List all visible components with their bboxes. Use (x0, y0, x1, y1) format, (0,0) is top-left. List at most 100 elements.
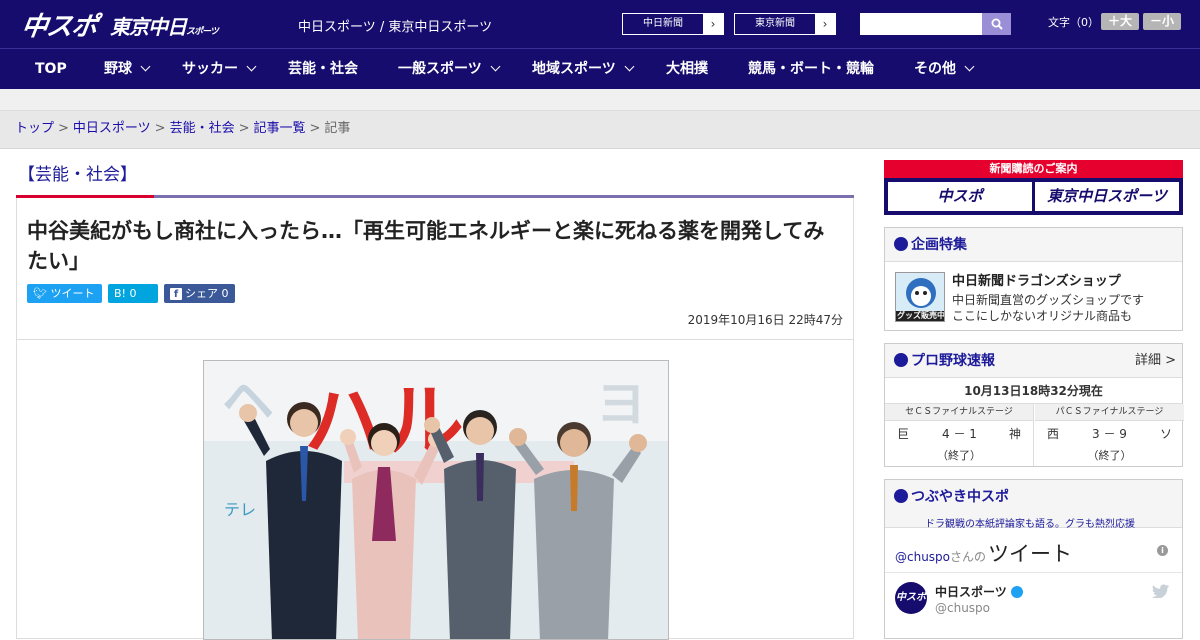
special-feature-title: 企画特集 (911, 237, 967, 253)
nav-racing[interactable]: 競馬・ボート・競輪 (748, 49, 874, 90)
divider (885, 572, 1182, 573)
twitter-account-user[interactable]: @chuspo (935, 601, 990, 615)
chunichi-shimbun-link[interactable]: 中日新聞 › (622, 13, 724, 35)
tokyo-chunichi-logo[interactable]: 東京中日スポーツ (110, 11, 219, 40)
hatena-bookmark-button[interactable]: B! 0 (108, 284, 158, 303)
megaphone-icon (894, 489, 908, 503)
baseball-title: プロ野球速報 (911, 353, 995, 369)
game-status: （終了） (937, 449, 981, 462)
dragons-shop-desc: ここにしかないオリジナル商品も (952, 309, 1133, 323)
breadcrumb-separator: > (154, 121, 166, 136)
account-name-text: 中日スポーツ (935, 585, 1007, 599)
nav-label: 競馬・ボート・競輪 (748, 61, 874, 77)
site-name: 中日スポーツ / 東京中日スポーツ (298, 20, 493, 35)
verified-icon (1010, 586, 1023, 598)
press-photo: ヘ ヨ ハル テレ (204, 361, 668, 639)
dragons-shop-link[interactable]: 中日新聞ドラゴンズショップ (952, 270, 1121, 289)
game-score-row: 巨4 － 1神 (885, 421, 1033, 447)
nav-other[interactable]: その他 (914, 49, 975, 90)
tweets-box: つぶやき中スポ ドラ観戦の本紙評論家も語る。グラも熱烈応援 @chuspoさんのツ… (884, 479, 1183, 639)
game-status: （終了） (1087, 449, 1132, 462)
nav-label: 一般スポーツ (398, 61, 482, 77)
tweets-title: つぶやき中スポ (911, 489, 1009, 505)
chevron-down-icon (964, 61, 975, 72)
nav-top[interactable]: TOP (35, 49, 67, 90)
tweets-header: つぶやき中スポドラ観戦の本紙評論家も語る。グラも熱烈応援 (885, 480, 1182, 530)
publish-date: 2019年10月16日 22時47分 (687, 313, 843, 327)
nav-entertainment[interactable]: 芸能・社会 (288, 49, 358, 90)
team-away: ソ (1159, 427, 1172, 441)
breadcrumb-top[interactable]: トップ (15, 121, 54, 136)
chevron-down-icon (624, 61, 635, 72)
nav-label: 大相撲 (666, 61, 708, 77)
game-score[interactable]: セＣＳファイナルステージ 巨4 － 1神 （終了） (885, 404, 1034, 466)
subscription-promo[interactable]: 新聞購読のご案内 中スポ 東京中日スポーツ (884, 160, 1183, 215)
font-smaller-button[interactable]: －小 (1143, 13, 1181, 30)
twitter-icon: 🐦︎ (33, 287, 47, 300)
nav-general-sports[interactable]: 一般スポーツ (398, 49, 501, 90)
nav-baseball[interactable]: 野球 (104, 49, 151, 90)
breadcrumb-article-list[interactable]: 記事一覧 (254, 121, 306, 136)
breadcrumb-entertainment[interactable]: 芸能・社会 (170, 121, 235, 136)
svg-text:テレ: テレ (224, 500, 256, 519)
breadcrumb-separator: > (238, 121, 250, 136)
facebook-share-button[interactable]: f シェア 0 (164, 284, 235, 303)
search-input[interactable] (860, 13, 983, 35)
promo-title: 新聞購読のご案内 (989, 162, 1078, 175)
chevron-right-icon: › (815, 14, 835, 34)
baseball-header: プロ野球速報 詳細 > (885, 344, 1182, 378)
font-larger-button[interactable]: ＋大 (1101, 13, 1139, 30)
twitter-handle-suffix: さんの (950, 550, 987, 564)
baseball-detail-link[interactable]: 詳細 > (1135, 344, 1176, 378)
baseball-icon (894, 353, 908, 367)
avatar[interactable]: 中スポ (895, 582, 927, 614)
tokyo-logo-small: スポーツ (186, 27, 219, 37)
chuspo-logo[interactable]: 中スポ (19, 6, 99, 43)
nav-label: 地域スポーツ (532, 61, 616, 77)
breadcrumb-current: 記事 (324, 121, 351, 136)
dragons-shop-thumbnail[interactable]: グッズ販売中 (895, 272, 945, 322)
team-away: 神 (1008, 427, 1021, 441)
baseball-update-time: 10月13日18時32分現在 (885, 378, 1182, 404)
nav-soccer[interactable]: サッカー (182, 49, 257, 90)
search-icon (991, 18, 1003, 30)
breadcrumb-chunichi-sports[interactable]: 中日スポーツ (73, 121, 151, 136)
game-stage: セＣＳファイナルステージ (885, 404, 1033, 421)
breadcrumb-separator: > (58, 121, 69, 136)
tweet-label: ツイート (50, 287, 95, 300)
search-button[interactable] (982, 13, 1011, 35)
tweet-button[interactable]: 🐦︎ ツイート (27, 284, 102, 303)
info-icon[interactable]: i (1157, 545, 1168, 556)
facebook-icon: f (170, 288, 182, 300)
badge-icon (894, 237, 908, 251)
article-headline: 中谷美紀がもし商社に入ったら…「再生可能エネルギーと楽に死ねる薬を開発してみたい… (27, 219, 825, 273)
nav-sumo[interactable]: 大相撲 (666, 49, 708, 90)
article-photo[interactable]: ヘ ヨ ハル テレ (203, 360, 669, 640)
breadcrumb: トップ > 中日スポーツ > 芸能・社会 > 記事一覧 > 記事 (0, 111, 1200, 149)
tokyo-shimbun-link[interactable]: 東京新聞 › (734, 13, 836, 35)
article-body: ヘ ヨ ハル テレ (16, 339, 854, 640)
promo-tokyo-chunichi[interactable]: 東京中日スポーツ (1035, 182, 1179, 211)
nav-label: TOP (35, 61, 67, 77)
breadcrumb-separator: > (309, 121, 321, 136)
nav-label: その他 (914, 61, 956, 77)
facebook-label: シェア 0 (185, 287, 229, 300)
tweets-subtitle: ドラ観戦の本紙評論家も語る。グラも熱烈応援 (925, 519, 1135, 530)
chevron-down-icon (490, 61, 501, 72)
shop-badge: グッズ販売中 (897, 311, 945, 320)
twitter-bird-icon[interactable] (1152, 584, 1170, 598)
special-feature-box: 企画特集 グッズ販売中 中日新聞ドラゴンズショップ 中日新聞直営のグッズショップ… (884, 227, 1183, 331)
special-feature-header: 企画特集 (885, 228, 1182, 262)
spacer (0, 89, 1200, 111)
game-score[interactable]: パＣＳファイナルステージ 西3 － 9ソ （終了） (1035, 404, 1184, 466)
nav-local-sports[interactable]: 地域スポーツ (532, 49, 635, 90)
top-header: 中スポ 東京中日スポーツ 中日スポーツ / 東京中日スポーツ 中日新聞 › 東京新… (0, 0, 1200, 48)
twitter-account-name[interactable]: 中日スポーツ (935, 583, 1023, 600)
twitter-handle-link[interactable]: @chuspo (895, 550, 950, 564)
game-stage: パＣＳファイナルステージ (1035, 404, 1184, 421)
tokyo-logo-text: 東京中日 (110, 15, 187, 39)
news-link-label: 東京新聞 (755, 18, 795, 29)
promo-chuspo[interactable]: 中スポ (888, 182, 1032, 211)
baseball-scores-box: プロ野球速報 詳細 > 10月13日18時32分現在 セＣＳファイナルステージ 巨… (884, 343, 1184, 467)
nav-label: サッカー (182, 61, 238, 77)
